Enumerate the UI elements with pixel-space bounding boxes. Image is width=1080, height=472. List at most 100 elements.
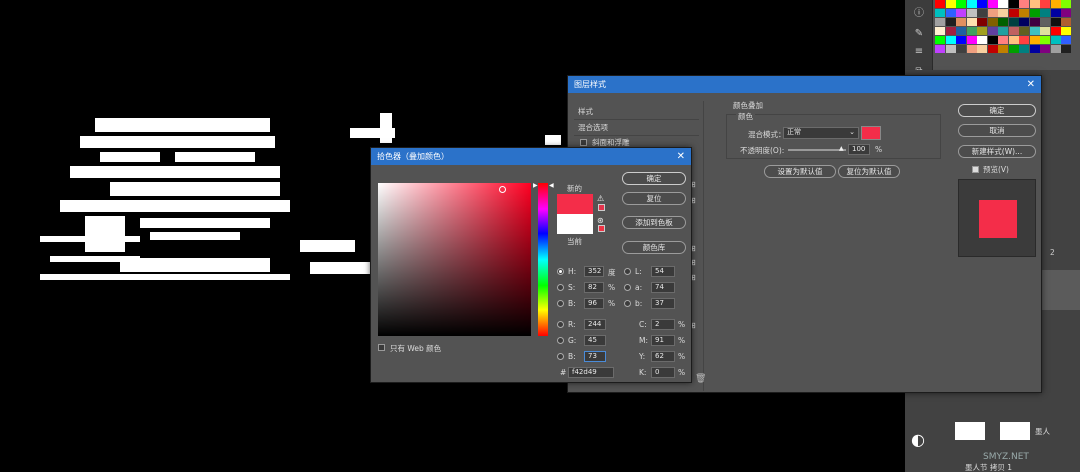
color-swatch[interactable]	[987, 27, 998, 35]
opacity-input[interactable]: 100	[848, 144, 870, 155]
layer-name[interactable]: 墨人	[1035, 426, 1050, 437]
ok-button[interactable]: 确定	[622, 172, 686, 185]
close-icon[interactable]: ✕	[1027, 76, 1035, 93]
web-cube-icon[interactable]: ⊛	[597, 216, 604, 225]
trash-icon[interactable]: 🗑	[695, 374, 706, 384]
reset-default-button[interactable]: 复位为默认值	[838, 165, 900, 178]
cancel-button[interactable]: 取消	[958, 124, 1036, 137]
color-swatch[interactable]	[1029, 9, 1040, 17]
saturation-input[interactable]: 82	[584, 282, 604, 293]
color-swatch[interactable]	[1008, 36, 1019, 44]
ok-button[interactable]: 确定	[958, 104, 1036, 117]
color-swatch[interactable]	[987, 18, 998, 26]
set-default-button[interactable]: 设置为默认值	[764, 165, 836, 178]
color-swatch[interactable]	[1019, 18, 1029, 26]
color-swatch[interactable]	[966, 45, 977, 53]
web-only-checkbox[interactable]	[378, 344, 385, 351]
green-input[interactable]: 45	[584, 335, 606, 346]
color-swatch[interactable]	[956, 18, 966, 26]
color-swatch[interactable]	[1040, 45, 1050, 53]
color-swatch[interactable]	[987, 45, 998, 53]
color-swatch[interactable]	[1050, 45, 1061, 53]
gamut-swatch[interactable]	[598, 204, 605, 211]
color-swatch[interactable]	[1050, 18, 1061, 26]
color-swatch[interactable]	[945, 45, 956, 53]
lab-b-input[interactable]: 37	[651, 298, 675, 309]
color-swatch[interactable]	[1050, 36, 1061, 44]
bevel-checkbox[interactable]	[580, 139, 587, 146]
color-swatch[interactable]	[998, 0, 1008, 8]
color-swatch[interactable]	[1040, 9, 1050, 17]
color-swatch[interactable]	[1019, 45, 1029, 53]
color-swatch[interactable]	[966, 0, 977, 8]
list-item-blend-options[interactable]: 混合选项	[578, 122, 608, 133]
cyan-input[interactable]: 2	[651, 319, 675, 330]
lab-a-radio[interactable]	[624, 284, 631, 291]
slider-handle-icon[interactable]: ▲	[839, 145, 844, 152]
hex-input[interactable]: f42d49	[568, 367, 614, 378]
color-swatch[interactable]	[966, 36, 977, 44]
layer-name[interactable]: 墨人节 拷贝 1	[965, 462, 1012, 472]
color-swatch[interactable]	[956, 45, 966, 53]
color-swatch[interactable]	[935, 45, 945, 53]
color-swatch[interactable]	[1008, 9, 1019, 17]
color-swatch[interactable]	[987, 36, 998, 44]
color-swatch[interactable]	[1061, 45, 1071, 53]
color-swatch[interactable]	[956, 0, 966, 8]
color-swatch[interactable]	[998, 45, 1008, 53]
color-swatch[interactable]	[935, 0, 945, 8]
color-swatch[interactable]	[998, 18, 1008, 26]
color-swatch[interactable]	[977, 18, 987, 26]
brightness-input[interactable]: 96	[584, 298, 604, 309]
color-swatch[interactable]	[945, 27, 956, 35]
color-swatch[interactable]	[935, 36, 945, 44]
blend-mode-select[interactable]: 正常 ⌄	[783, 127, 859, 139]
brightness-radio[interactable]	[557, 300, 564, 307]
color-swatch[interactable]	[966, 18, 977, 26]
hue-radio[interactable]	[557, 268, 564, 275]
color-swatch[interactable]	[966, 9, 977, 17]
red-radio[interactable]	[557, 321, 564, 328]
yellow-input[interactable]: 62	[651, 351, 675, 362]
color-swatch[interactable]	[1019, 27, 1029, 35]
lab-b-radio[interactable]	[624, 300, 631, 307]
color-swatch[interactable]	[935, 18, 945, 26]
saturation-radio[interactable]	[557, 284, 564, 291]
color-swatch[interactable]	[1008, 18, 1019, 26]
color-swatch[interactable]	[977, 0, 987, 8]
lab-a-input[interactable]: 74	[651, 282, 675, 293]
color-swatch[interactable]	[987, 0, 998, 8]
new-style-button[interactable]: 新建样式(W)...	[958, 145, 1036, 158]
color-swatch[interactable]	[1019, 9, 1029, 17]
overlay-color-swatch[interactable]	[861, 126, 881, 140]
saturation-brightness-field[interactable]	[378, 183, 531, 336]
color-swatch[interactable]	[998, 27, 1008, 35]
color-swatch[interactable]	[1061, 27, 1071, 35]
color-swatch[interactable]	[945, 0, 956, 8]
list-item-styles[interactable]: 样式	[578, 106, 593, 117]
green-radio[interactable]	[557, 337, 564, 344]
preview-checkbox[interactable]	[972, 166, 979, 173]
color-swatch[interactable]	[1061, 0, 1071, 8]
color-swatch[interactable]	[1008, 0, 1019, 8]
color-swatch[interactable]	[1040, 27, 1050, 35]
color-swatch[interactable]	[1019, 0, 1029, 8]
color-swatch[interactable]	[956, 27, 966, 35]
color-swatch[interactable]	[998, 9, 1008, 17]
color-swatch[interactable]	[1029, 27, 1040, 35]
color-swatch[interactable]	[977, 36, 987, 44]
lab-l-radio[interactable]	[624, 268, 631, 275]
color-swatch[interactable]	[1050, 0, 1061, 8]
color-swatch[interactable]	[1061, 36, 1071, 44]
adjust-icon[interactable]: ≡	[913, 46, 925, 58]
color-swatch[interactable]	[977, 9, 987, 17]
color-swatch[interactable]	[1061, 9, 1071, 17]
opacity-slider[interactable]	[788, 149, 846, 151]
color-swatch[interactable]	[987, 9, 998, 17]
color-swatch[interactable]	[956, 36, 966, 44]
current-color-swatch[interactable]	[557, 214, 593, 234]
color-swatch[interactable]	[1029, 0, 1040, 8]
close-icon[interactable]: ✕	[677, 148, 685, 165]
reset-button[interactable]: 复位	[622, 192, 686, 205]
color-swatch[interactable]	[977, 45, 987, 53]
